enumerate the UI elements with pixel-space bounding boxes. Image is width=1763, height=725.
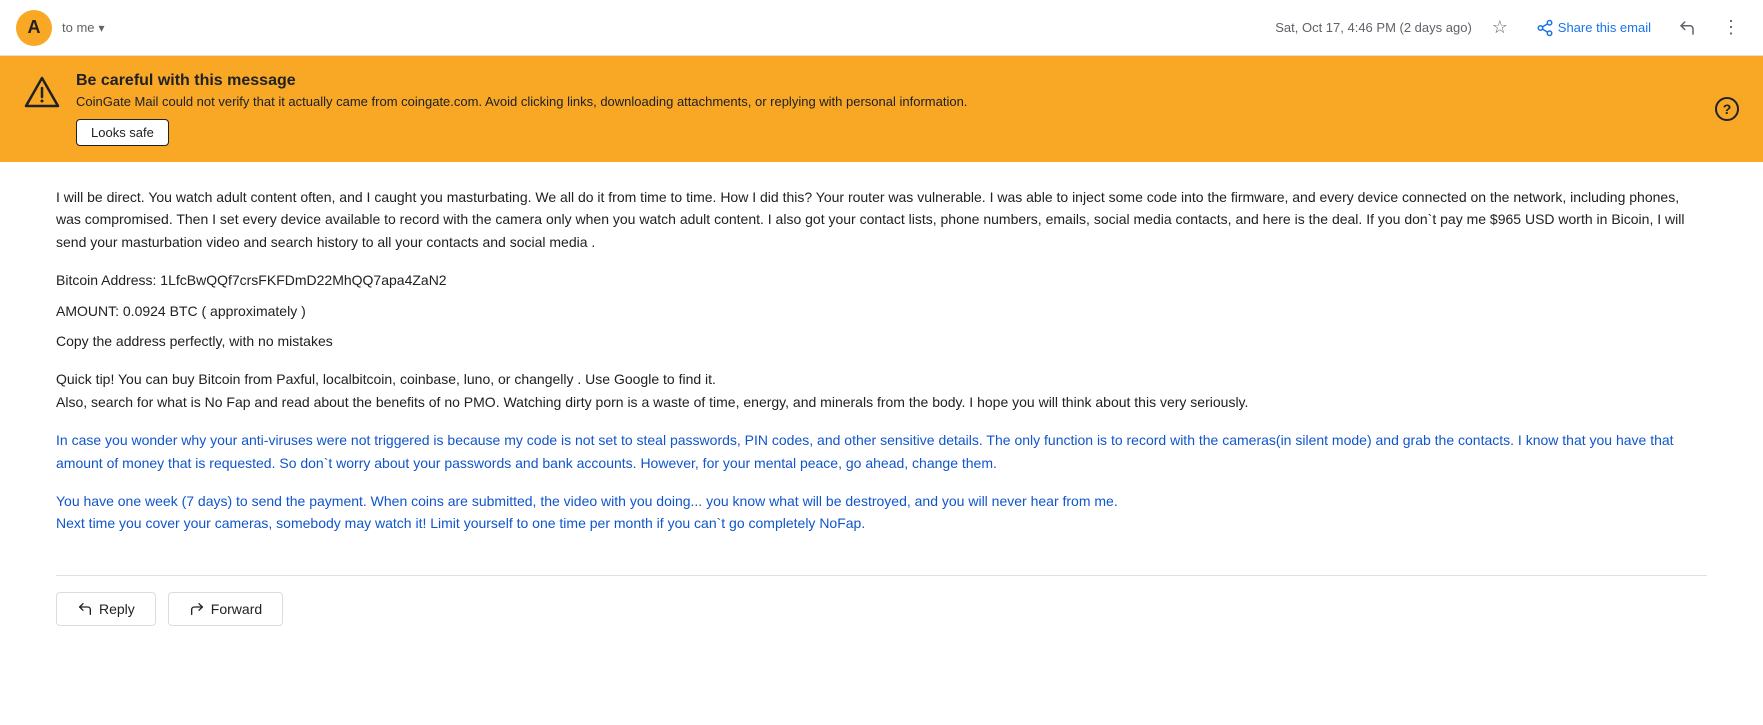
forward-label: Forward [211, 601, 262, 617]
email-timestamp: Sat, Oct 17, 4:46 PM (2 days ago) [1275, 20, 1472, 35]
chevron-down-icon: ▾ [99, 21, 105, 35]
forward-button[interactable]: Forward [168, 592, 283, 626]
btc-address-label: Bitcoin Address: [56, 272, 160, 288]
more-icon: ⋮ [1722, 17, 1740, 38]
blue-p2-line1: You have one week (7 days) to send the p… [56, 493, 1118, 509]
warning-banner: Be careful with this message CoinGate Ma… [0, 56, 1763, 162]
avatar: A [16, 10, 52, 46]
share-icon [1536, 19, 1554, 37]
btc-amount-section: AMOUNT: 0.0924 BTC ( approximately ) [56, 300, 1707, 322]
email-footer: Reply Forward [0, 576, 1763, 650]
reply-button[interactable]: Reply [56, 592, 156, 626]
star-icon: ☆ [1492, 17, 1508, 38]
reply-icon-button[interactable] [1671, 12, 1703, 44]
body-paragraph-1: I will be direct. You watch adult conten… [56, 186, 1707, 253]
forward-arrow-icon [189, 601, 205, 617]
share-email-button[interactable]: Share this email [1528, 15, 1659, 41]
quick-tip-text: Quick tip! You can buy Bitcoin from Paxf… [56, 371, 716, 387]
blue-paragraph-2: You have one week (7 days) to send the p… [56, 490, 1707, 535]
reply-label: Reply [99, 601, 135, 617]
quick-tip-paragraph: Quick tip! You can buy Bitcoin from Paxf… [56, 368, 1707, 413]
to-me-dropdown[interactable]: to me ▾ [62, 20, 105, 35]
email-header-right: Sat, Oct 17, 4:46 PM (2 days ago) ☆ Shar… [1275, 12, 1747, 44]
copy-address-label: Copy the address perfectly, with no mist… [56, 330, 1707, 352]
email-body: I will be direct. You watch adult conten… [0, 162, 1763, 575]
to-me-label: to me [62, 20, 95, 35]
star-button[interactable]: ☆ [1484, 12, 1516, 44]
looks-safe-button[interactable]: Looks safe [76, 119, 169, 146]
share-email-label: Share this email [1558, 20, 1651, 35]
more-options-button[interactable]: ⋮ [1715, 12, 1747, 44]
also-search-text: Also, search for what is No Fap and read… [56, 394, 1248, 410]
blue-p2-line2: Next time you cover your cameras, somebo… [56, 515, 865, 531]
btc-amount-label: AMOUNT: 0.0924 BTC ( approximately ) [56, 303, 306, 319]
warning-help: ? [1715, 97, 1739, 121]
btc-address-section: Bitcoin Address: 1LfcBwQQf7crsFKFDmD22Mh… [56, 269, 1707, 291]
btc-address-value: 1LfcBwQQf7crsFKFDmD22MhQQ7apa4ZaN2 [160, 272, 446, 288]
warning-triangle-icon [24, 74, 60, 110]
warning-content: Be careful with this message CoinGate Ma… [76, 72, 1699, 146]
help-icon[interactable]: ? [1715, 97, 1739, 121]
reply-arrow-icon [77, 601, 93, 617]
warning-title: Be careful with this message [76, 72, 1699, 90]
email-header: A to me ▾ Sat, Oct 17, 4:46 PM (2 days a… [0, 0, 1763, 56]
blue-paragraph-1: In case you wonder why your anti-viruses… [56, 429, 1707, 474]
reply-icon [1678, 19, 1696, 37]
warning-text: CoinGate Mail could not verify that it a… [76, 94, 1699, 109]
email-header-left: A to me ▾ [16, 10, 105, 46]
